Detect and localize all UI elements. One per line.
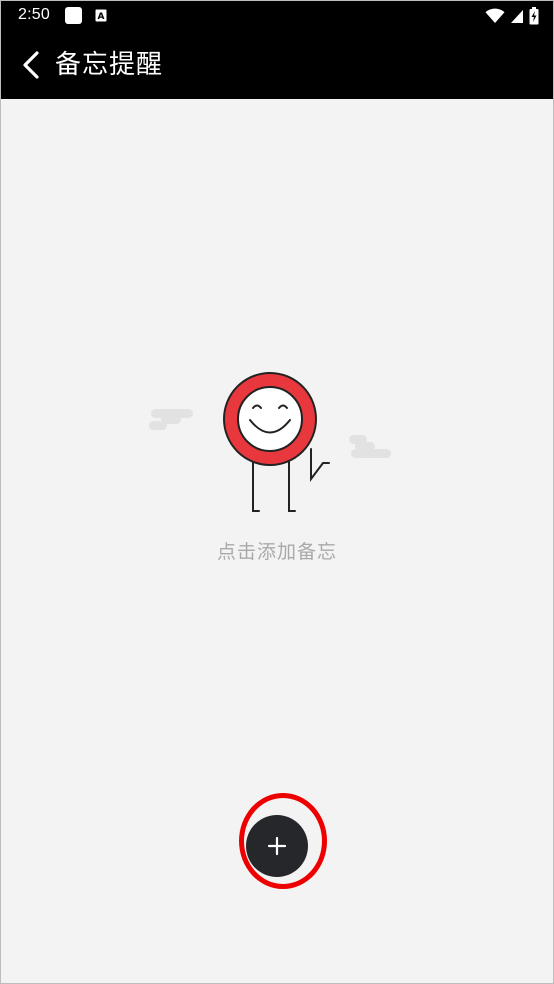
- translate-a-icon: A: [95, 9, 107, 22]
- battery-charging-icon: [529, 7, 539, 25]
- svg-text:A: A: [98, 12, 105, 22]
- page-title: 备忘提醒: [55, 50, 164, 80]
- system-status-icons: [485, 6, 539, 26]
- character-head: [223, 372, 317, 466]
- status-time: 2:50: [18, 6, 50, 23]
- chevron-left-icon: [23, 51, 39, 79]
- add-memo-hint[interactable]: 点击添加备忘: [1, 537, 553, 564]
- app-screen: 2:50 A 备忘提醒 点击添加备忘: [0, 0, 554, 984]
- smiley-character-icon: [149, 372, 391, 512]
- left-cloud-icon: [149, 409, 193, 430]
- cellular-signal-icon: [511, 9, 523, 23]
- plus-icon: [267, 836, 287, 856]
- app-square-icon: [65, 7, 82, 24]
- add-memo-button[interactable]: [246, 815, 308, 877]
- app-bar: 备忘提醒: [1, 31, 553, 99]
- back-button[interactable]: [13, 47, 49, 83]
- empty-state: 点击添加备忘: [1, 99, 553, 983]
- wifi-icon: [485, 8, 505, 23]
- right-cloud-icon: [349, 435, 391, 458]
- status-bar: 2:50 A: [1, 1, 553, 31]
